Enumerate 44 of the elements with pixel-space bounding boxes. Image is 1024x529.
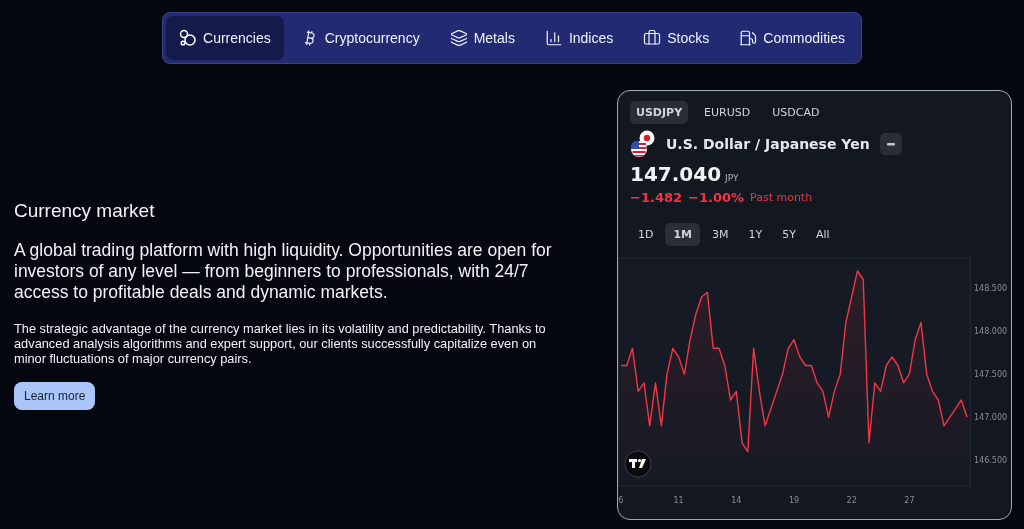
range-tab[interactable]: 1Y — [740, 223, 771, 246]
logo-icon — [624, 450, 652, 478]
price-change: −1.482 — [630, 190, 682, 205]
instrument-name: U.S. Dollar / Japanese Yen — [666, 136, 870, 152]
category-tab[interactable]: Cryptocurrency — [287, 16, 433, 60]
range-tab[interactable]: 1M — [665, 223, 701, 246]
category-tab[interactable]: Metals — [436, 16, 528, 60]
price-value: 147.040 — [630, 162, 722, 186]
briefcase-icon — [643, 29, 662, 47]
axis-label: 27 — [904, 496, 915, 505]
lead-paragraph: A global trading platform with high liquidity. Opportunities are open for investors of any level — from beginners to professionals, with 24/7 access to profitable deals and dynamic markets. — [14, 240, 553, 303]
category-tab[interactable]: Commodities — [726, 16, 858, 60]
pair-tab[interactable]: USDCAD — [766, 101, 826, 124]
fuel-pump-icon — [739, 29, 758, 47]
axis-label: 19 — [788, 496, 800, 505]
axis-label: 147.000 — [974, 413, 1008, 423]
axis-label: 22 — [846, 496, 857, 505]
axis-label: 147.500 — [974, 370, 1008, 380]
layers-icon — [449, 29, 468, 47]
pair-tab[interactable]: EURUSD — [698, 101, 757, 124]
range-tab[interactable]: All — [808, 223, 838, 246]
axis-label: 146.500 — [974, 456, 1008, 466]
range-tab[interactable]: 1D — [630, 223, 662, 246]
category-tab[interactable]: Indices — [531, 16, 627, 60]
flags-icon — [630, 130, 656, 158]
body-paragraph: The strategic advantage of the currency market lies in its volatility and predictability. Thanks to advanced analysis algorithms and expert support, our clients successfully capitalize even on minor fluctuations of major currency pairs. — [14, 321, 547, 366]
currency-code: JPY — [725, 173, 739, 183]
axis-label: 11 — [673, 496, 684, 505]
percent-change: −1.00% — [688, 190, 744, 205]
axis-label: 148.000 — [974, 327, 1008, 337]
axis-label: 14 — [731, 496, 742, 505]
range-tab[interactable]: 3M — [704, 223, 737, 246]
axis-label: 148.500 — [974, 284, 1008, 294]
category-tab[interactable]: Stocks — [630, 16, 723, 60]
status-icon — [879, 133, 902, 155]
learn-more-button[interactable]: Learn more — [14, 382, 96, 410]
section-title: Currency market — [14, 200, 155, 222]
range-tab[interactable]: 5Y — [774, 223, 804, 246]
circles-icon — [179, 29, 198, 47]
axis-label: 6 — [618, 496, 624, 505]
period-label: Past month — [750, 191, 813, 204]
bar-chart-icon — [544, 29, 563, 47]
category-tab[interactable]: Currencies — [166, 16, 284, 60]
pair-tab[interactable]: USDJPY — [630, 101, 689, 124]
